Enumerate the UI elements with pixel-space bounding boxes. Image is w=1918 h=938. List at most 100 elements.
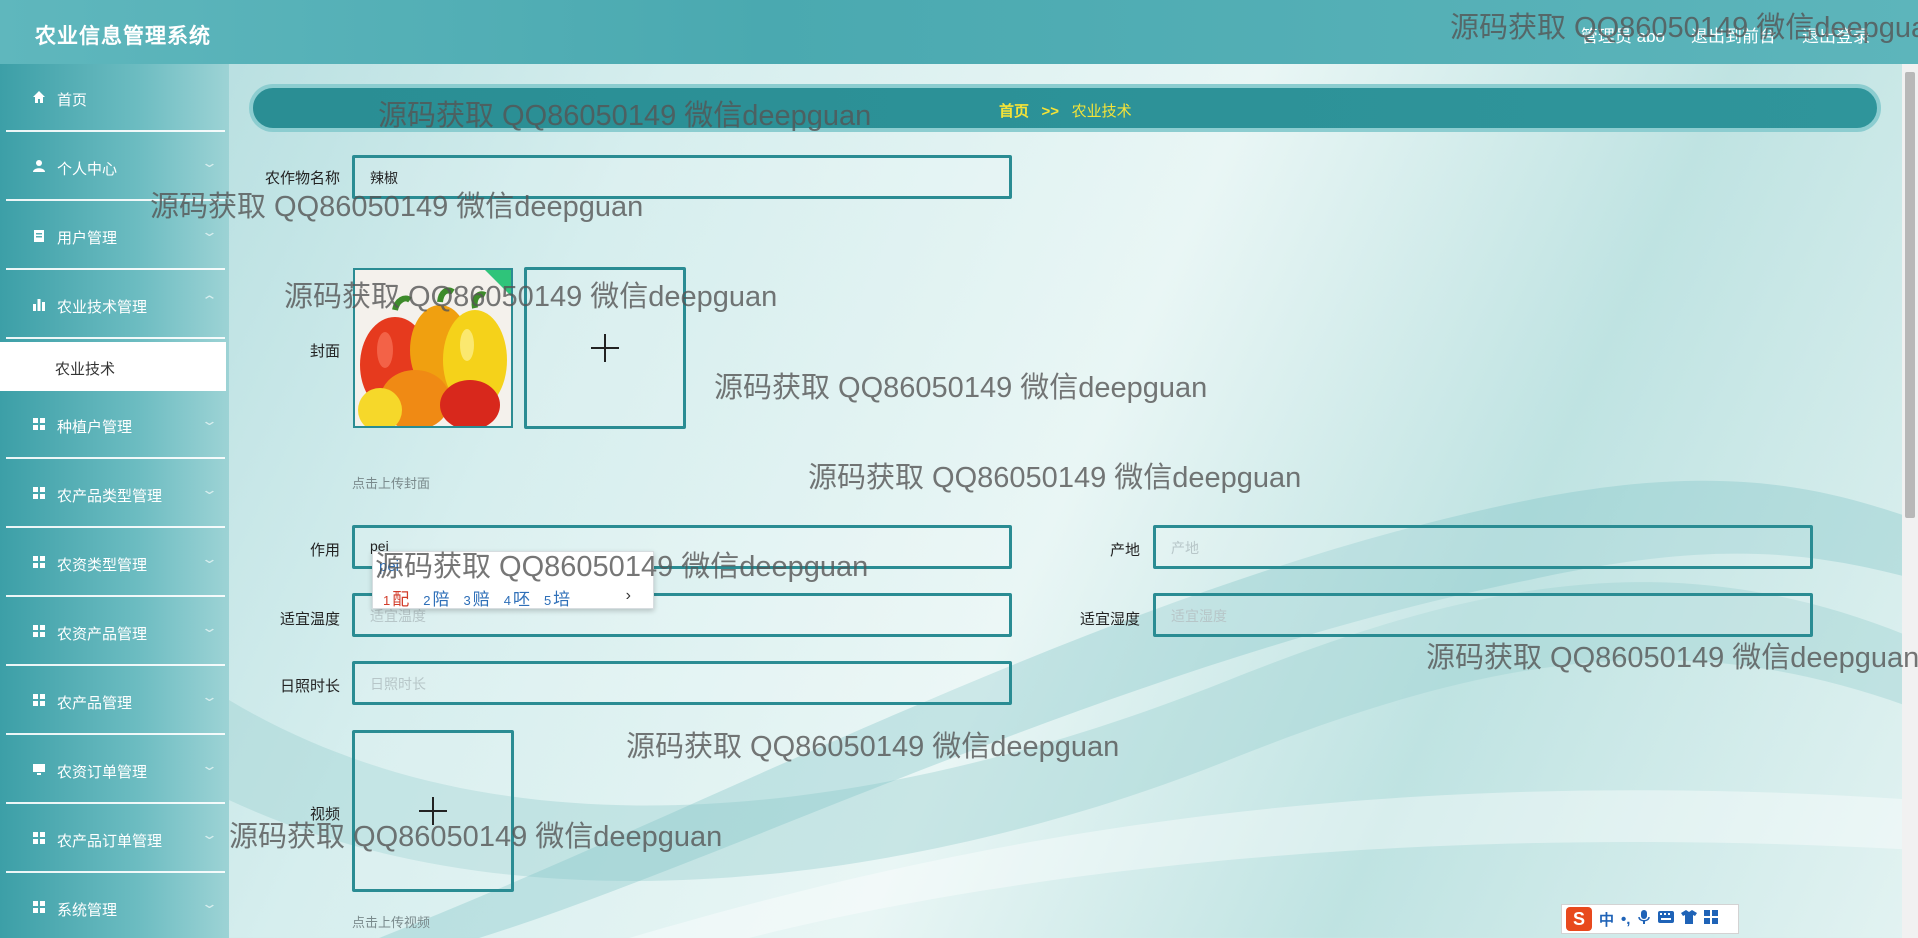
sidebar-item-growers[interactable]: 种植户管理 ⌄ [0, 391, 229, 459]
grid-icon [32, 624, 46, 638]
ime-composition: pei [379, 558, 400, 575]
grid-icon [32, 831, 46, 845]
sogou-logo-icon[interactable]: S [1566, 907, 1592, 931]
chevron-down-icon: ⌄ [200, 551, 219, 566]
chevron-down-icon: ⌄ [200, 758, 219, 773]
sidebar-item-products[interactable]: 农产品管理 ⌄ [0, 667, 229, 735]
sidebar-item-label: 种植户管理 [57, 419, 133, 436]
home-icon [32, 90, 46, 104]
breadcrumb-home[interactable]: 首页 [999, 103, 1029, 120]
ime-candidate[interactable]: 4呸 [504, 585, 530, 610]
chevron-down-icon: ⌄ [200, 155, 219, 170]
ime-punctuation-toggle[interactable]: •, [1621, 911, 1630, 928]
crop-name-label: 农作物名称 [264, 170, 340, 187]
page-scrollbar[interactable] [1902, 64, 1918, 938]
watermark-text: 源码获取 QQ86050149 微信deepguan [626, 731, 1120, 763]
sidebar-subitem-label: 农业技术 [55, 361, 116, 378]
grid-icon [32, 900, 46, 914]
sidebar-item-supply-orders[interactable]: 农资订单管理 ⌄ [0, 736, 229, 804]
cover-label: 封面 [309, 343, 340, 360]
chevron-down-icon: ⌄ [200, 896, 219, 911]
humidity-input[interactable]: 适宜湿度 [1153, 593, 1813, 637]
sidebar-item-supply-products[interactable]: 农资产品管理 ⌄ [0, 598, 229, 666]
chevron-down-icon: ⌄ [200, 689, 219, 704]
grid-icon [32, 693, 46, 707]
selected-marker [485, 270, 511, 296]
sidebar-item-product-types[interactable]: 农产品类型管理 ⌄ [0, 460, 229, 528]
sidebar-item-agri-tech[interactable]: 农业技术管理 ⌃ [0, 271, 229, 339]
clipboard-icon [32, 228, 46, 242]
sidebar-item-label: 农产品订单管理 [57, 833, 163, 850]
sidebar-item-label: 系统管理 [57, 902, 118, 919]
breadcrumb: 首页 >> 农业技术 [249, 84, 1881, 132]
ime-toolbar: S 中 •, [1561, 904, 1739, 934]
temperature-label: 适宜温度 [279, 611, 340, 628]
sidebar-item-label: 农产品管理 [57, 695, 133, 712]
sidebar-item-system[interactable]: 系统管理 ⌄ [0, 874, 229, 938]
toolbox-grid-icon[interactable] [1704, 909, 1719, 929]
ime-candidate[interactable]: 2陪 [423, 585, 449, 610]
ime-mode-toggle[interactable]: 中 [1599, 909, 1614, 930]
watermark-text: 源码获取 QQ86050149 微信deepguan [808, 462, 1302, 494]
sidebar-item-label: 首页 [57, 92, 88, 109]
chevron-down-icon: ⌄ [200, 413, 219, 428]
exit-to-front-link[interactable]: 退出到前台 [1691, 22, 1776, 47]
sidebar-item-label: 个人中心 [57, 161, 118, 178]
effect-label: 作用 [309, 542, 340, 559]
divider [6, 802, 225, 804]
ime-candidates: 1配 2陪 3赔 4呸 5培 [383, 585, 570, 610]
divider [6, 130, 225, 132]
divider [6, 268, 225, 270]
divider [6, 664, 225, 666]
crop-name-input[interactable]: 辣椒 [352, 155, 1012, 199]
microphone-icon[interactable] [1637, 909, 1651, 930]
chevron-down-icon: ⌄ [200, 482, 219, 497]
skin-shirt-icon[interactable] [1681, 909, 1698, 929]
sidebar-item-personal[interactable]: 个人中心 ⌄ [0, 133, 229, 201]
user-icon [32, 159, 46, 173]
sidebar-item-supply-types[interactable]: 农资类型管理 ⌄ [0, 529, 229, 597]
chevron-down-icon: ⌄ [200, 620, 219, 635]
origin-label: 产地 [1109, 542, 1140, 559]
cover-upload-button[interactable] [524, 267, 686, 429]
ime-candidate[interactable]: 5培 [544, 585, 570, 610]
monitor-icon [32, 762, 46, 776]
sidebar-item-product-orders[interactable]: 农产品订单管理 ⌄ [0, 805, 229, 873]
origin-input[interactable]: 产地 [1153, 525, 1813, 569]
plus-icon [591, 334, 619, 362]
cover-upload-hint: 点击上传封面 [352, 476, 431, 491]
sunlight-label: 日照时长 [279, 678, 340, 695]
sidebar-item-label: 用户管理 [57, 230, 118, 247]
watermark-text: 源码获取 QQ86050149 微信deepguan [714, 372, 1208, 404]
divider [6, 733, 225, 735]
video-label: 视频 [309, 806, 340, 823]
video-upload-hint: 点击上传视频 [352, 915, 431, 930]
sidebar-subitem-agri-tech[interactable]: 农业技术 [0, 342, 226, 391]
breadcrumb-separator: >> [1041, 103, 1060, 120]
current-user: 管理员 abo [1580, 27, 1665, 46]
scrollbar-thumb[interactable] [1905, 72, 1915, 518]
sunlight-input[interactable]: 日照时长 [352, 661, 1012, 705]
top-header: 农业信息管理系统 管理员 abo 退出到前台 退出登录 [0, 0, 1918, 64]
ime-next-page-button[interactable]: › [626, 587, 631, 605]
ime-candidate[interactable]: 1配 [383, 585, 409, 610]
grid-icon [32, 417, 46, 431]
sidebar-item-label: 农业技术管理 [57, 299, 148, 316]
ime-candidate-popup: pei 1配 2陪 3赔 4呸 5培 › [372, 551, 654, 609]
chevron-up-icon: ⌃ [200, 293, 219, 308]
sidebar-item-users[interactable]: 用户管理 ⌄ [0, 202, 229, 270]
ime-candidate[interactable]: 3赔 [463, 585, 489, 610]
chevron-down-icon: ⌄ [200, 827, 219, 842]
cover-image[interactable] [353, 268, 513, 428]
keyboard-icon[interactable] [1658, 910, 1675, 928]
header-links: 管理员 abo 退出到前台 退出登录 [1581, 22, 1870, 47]
logout-link[interactable]: 退出登录 [1802, 22, 1870, 47]
divider [6, 526, 225, 528]
grid-icon [32, 486, 46, 500]
video-upload-button[interactable] [352, 730, 514, 892]
sidebar-item-home[interactable]: 首页 [0, 64, 229, 132]
chevron-down-icon: ⌄ [200, 224, 219, 239]
sidebar-item-label: 农资订单管理 [57, 764, 148, 781]
grid-icon [32, 555, 46, 569]
sidebar-item-label: 农产品类型管理 [57, 488, 163, 505]
